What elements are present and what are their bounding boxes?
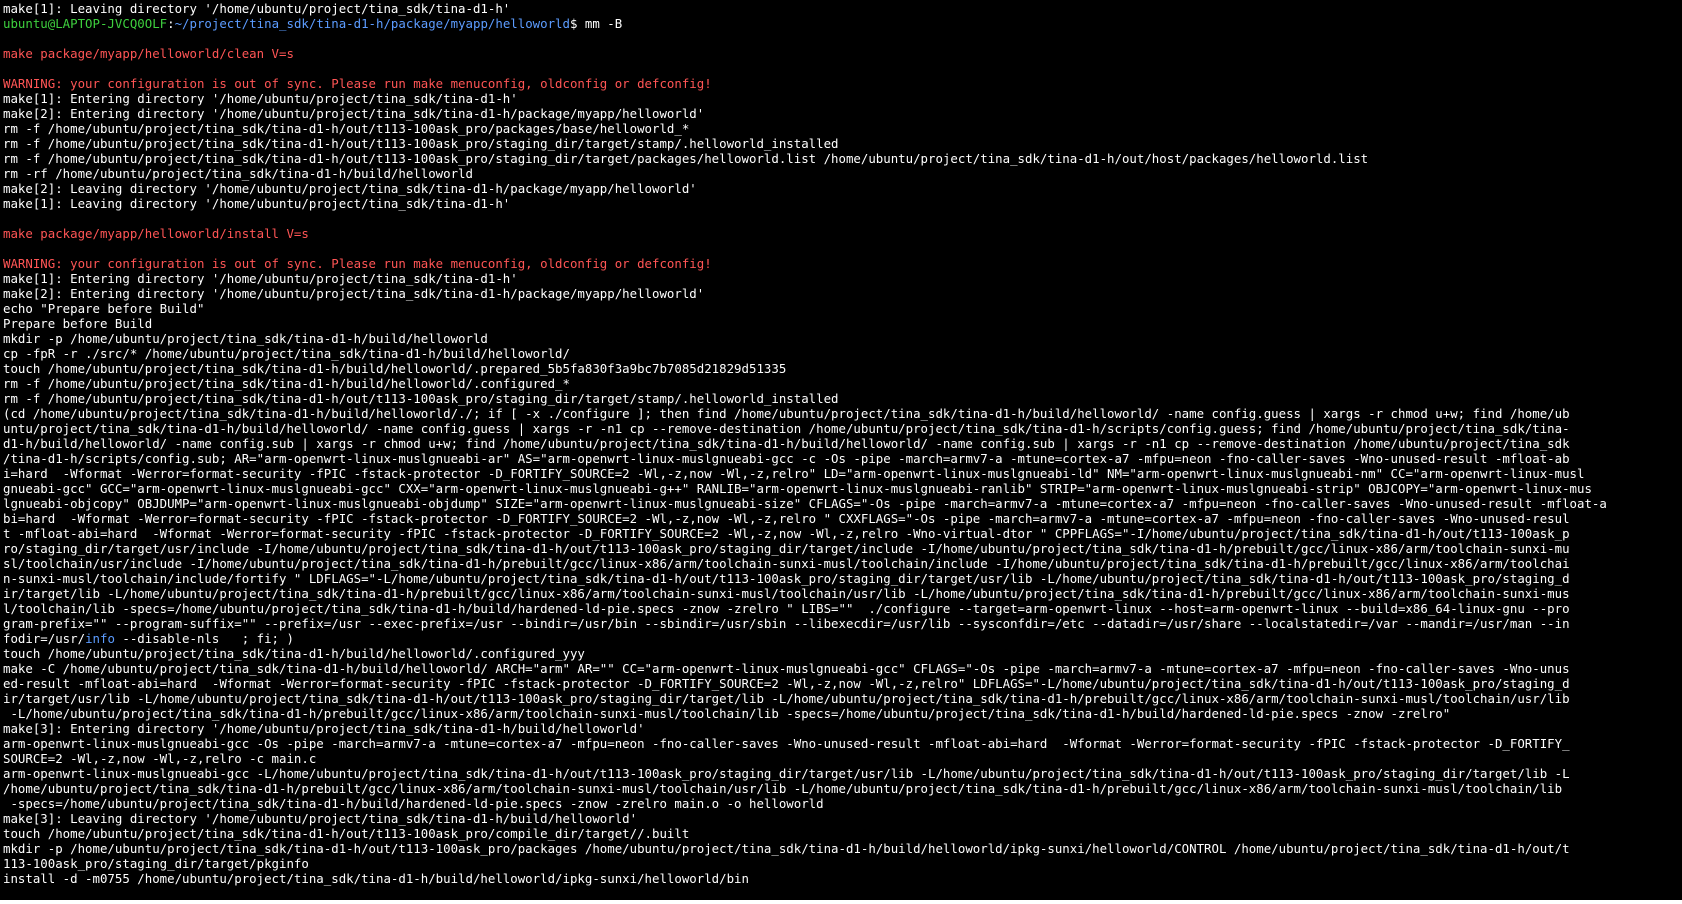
prompt-separator: :: [167, 16, 175, 31]
output-line: arm-openwrt-linux-muslgnueabi-gcc -L/hom…: [3, 766, 1570, 781]
output-line: make[1]: Entering directory '/home/ubunt…: [3, 91, 518, 106]
output-line: i=hard -Wformat -Werror=format-security …: [3, 466, 1585, 481]
output-line: d1-h/build/helloworld/ -name config.sub …: [3, 436, 1570, 451]
output-line: rm -f /home/ubuntu/project/tina_sdk/tina…: [3, 151, 1369, 166]
make-target-header: make package/myapp/helloworld/clean V=s: [3, 46, 294, 61]
output-line: make[1]: Leaving directory '/home/ubuntu…: [3, 196, 511, 211]
terminal-output: make[1]: Leaving directory '/home/ubuntu…: [3, 1, 1682, 886]
output-line: rm -f /home/ubuntu/project/tina_sdk/tina…: [3, 376, 570, 391]
output-text: fodir=/usr/: [3, 631, 86, 646]
output-line: make[2]: Entering directory '/home/ubunt…: [3, 286, 705, 301]
output-line: make[2]: Leaving directory '/home/ubuntu…: [3, 181, 697, 196]
output-line: /home/ubuntu/project/tina_sdk/tina-d1-h/…: [3, 781, 1563, 796]
output-line: -L/home/ubuntu/project/tina_sdk/tina-d1-…: [3, 706, 1451, 721]
prompt-line: ubuntu@LAPTOP-JVCQ0OLF:~/project/tina_sd…: [3, 16, 1682, 31]
output-line: make[2]: Entering directory '/home/ubunt…: [3, 106, 705, 121]
output-line: mkdir -p /home/ubuntu/project/tina_sdk/t…: [3, 331, 488, 346]
output-line: cp -fpR -r ./src/* /home/ubuntu/project/…: [3, 346, 570, 361]
output-line: fodir=/usr/info --disable-nls ; fi; ): [3, 631, 1682, 646]
output-line: -specs=/home/ubuntu/project/tina_sdk/tin…: [3, 796, 824, 811]
output-line: echo "Prepare before Build": [3, 301, 205, 316]
output-line: rm -rf /home/ubuntu/project/tina_sdk/tin…: [3, 166, 473, 181]
prompt-command: mm -B: [577, 16, 623, 31]
output-line: make[1]: Entering directory '/home/ubunt…: [3, 271, 518, 286]
output-line: make -C /home/ubuntu/project/tina_sdk/ti…: [3, 661, 1570, 676]
terminal-window[interactable]: make[1]: Leaving directory '/home/ubuntu…: [0, 0, 1682, 900]
output-line: touch /home/ubuntu/project/tina_sdk/tina…: [3, 646, 585, 661]
output-line: sl/toolchain/usr/include -I/home/ubuntu/…: [3, 556, 1570, 571]
output-line: rm -f /home/ubuntu/project/tina_sdk/tina…: [3, 121, 690, 136]
output-line: ir/target/usr/lib -L/home/ubuntu/project…: [3, 691, 1570, 706]
output-line: make[3]: Entering directory '/home/ubunt…: [3, 721, 645, 736]
make-target-header: make package/myapp/helloworld/install V=…: [3, 226, 309, 241]
output-line: install -d -m0755 /home/ubuntu/project/t…: [3, 871, 749, 886]
output-line: make[1]: Leaving directory '/home/ubuntu…: [3, 1, 511, 16]
prompt-path: ~/project/tina_sdk/tina-d1-h/package/mya…: [174, 16, 570, 31]
output-line: ro/staging_dir/target/usr/include -I/hom…: [3, 541, 1570, 556]
output-line: touch /home/ubuntu/project/tina_sdk/tina…: [3, 361, 787, 376]
output-line: t -mfloat-abi=hard -Wformat -Werror=form…: [3, 526, 1570, 541]
output-line: Prepare before Build: [3, 316, 153, 331]
output-line: untu/project/tina_sdk/tina-d1-h/build/he…: [3, 421, 1570, 436]
output-line: touch /home/ubuntu/project/tina_sdk/tina…: [3, 826, 690, 841]
output-line: (cd /home/ubuntu/project/tina_sdk/tina-d…: [3, 406, 1570, 421]
output-line: l/toolchain/lib -specs=/home/ubuntu/proj…: [3, 601, 1570, 616]
output-line: 113-100ask_pro/staging_dir/target/pkginf…: [3, 856, 309, 871]
output-line: rm -f /home/ubuntu/project/tina_sdk/tina…: [3, 136, 839, 151]
output-line: /tina-d1-h/scripts/config.sub; AR="arm-o…: [3, 451, 1570, 466]
output-line: n-sunxi-musl/toolchain/include/fortify "…: [3, 571, 1570, 586]
output-line: bi=hard -Wformat -Werror=format-security…: [3, 511, 1570, 526]
output-line: lgnueabi-objcopy" OBJDUMP="arm-openwrt-l…: [3, 496, 1607, 511]
prompt-user-host: ubuntu@LAPTOP-JVCQ0OLF: [3, 16, 168, 31]
output-text: --disable-nls ; fi; ): [114, 631, 294, 646]
output-line: make[3]: Leaving directory '/home/ubuntu…: [3, 811, 638, 826]
warning-line: WARNING: your configuration is out of sy…: [3, 76, 712, 91]
output-line: rm -f /home/ubuntu/project/tina_sdk/tina…: [3, 391, 839, 406]
warning-line: WARNING: your configuration is out of sy…: [3, 256, 712, 271]
output-line: ir/target/lib -L/home/ubuntu/project/tin…: [3, 586, 1570, 601]
info-keyword: info: [85, 631, 115, 646]
output-line: gnueabi-gcc" GCC="arm-openwrt-linux-musl…: [3, 481, 1592, 496]
output-line: gram-prefix="" --program-suffix="" --pre…: [3, 616, 1570, 631]
output-line: arm-openwrt-linux-muslgnueabi-gcc -Os -p…: [3, 736, 1570, 751]
output-line: ed-result -mfloat-abi=hard -Wformat -Wer…: [3, 676, 1570, 691]
output-line: SOURCE=2 -Wl,-z,now -Wl,-z,relro -c main…: [3, 751, 317, 766]
output-line: mkdir -p /home/ubuntu/project/tina_sdk/t…: [3, 841, 1570, 856]
